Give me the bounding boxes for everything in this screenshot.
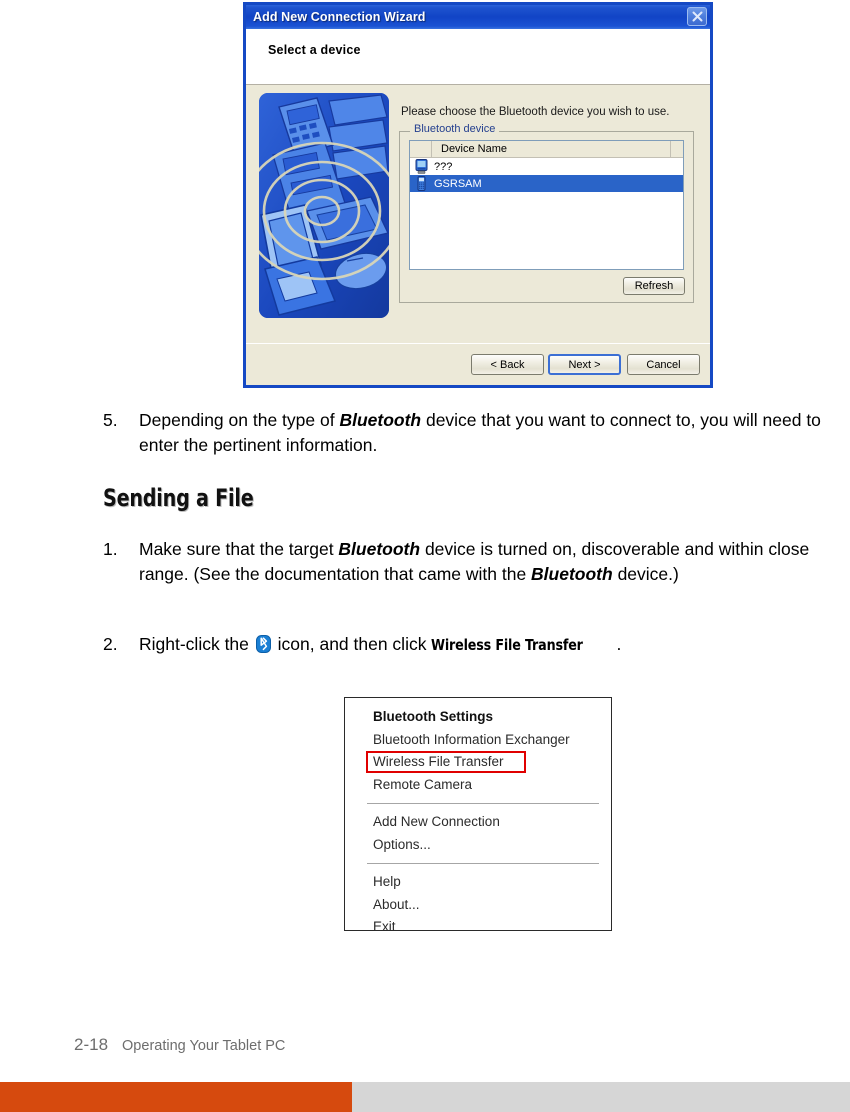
- menu-separator: [367, 863, 599, 864]
- column-icon-spacer: [410, 141, 432, 157]
- device-listbox[interactable]: Device Name ??? GSRSAM: [409, 140, 684, 270]
- sending-step-1-item: 1. Make sure that the target Bluetooth d…: [103, 537, 850, 587]
- page-footer: 2-18 Operating Your Tablet PC: [74, 1035, 285, 1055]
- bottom-bar-orange-segment: [0, 1082, 352, 1112]
- close-icon[interactable]: [687, 7, 707, 26]
- s1-part1: Make sure that the target: [139, 539, 339, 559]
- table-row[interactable]: GSRSAM: [410, 175, 683, 192]
- table-row[interactable]: ???: [410, 158, 683, 175]
- sending-step-1-text: Make sure that the target Bluetooth devi…: [139, 537, 850, 587]
- mobile-phone-icon: [413, 176, 430, 191]
- wizard-titlebar: Add New Connection Wizard: [246, 5, 710, 29]
- menu-item-exit[interactable]: Exit: [345, 916, 611, 939]
- wizard-header-title: Select a device: [268, 43, 361, 57]
- s2-bold-term: Wireless File Transfer: [431, 636, 584, 654]
- footer-chapter-label: Operating Your Tablet PC: [122, 1038, 286, 1054]
- bottom-color-bar: [0, 1082, 850, 1112]
- menu-item-add-new-connection[interactable]: Add New Connection: [345, 811, 611, 834]
- step-5-number: 5.: [103, 410, 118, 430]
- page-number: 2-18: [74, 1035, 109, 1054]
- sending-step-2-number: 2.: [103, 634, 118, 654]
- bottom-bar-gray-segment: [352, 1082, 850, 1112]
- device-name-label: ???: [434, 160, 453, 173]
- s2-part2: icon, and then click: [272, 634, 432, 654]
- wizard-header: Select a device: [246, 29, 710, 85]
- next-button[interactable]: Next >: [548, 354, 621, 375]
- device-name-label: GSRSAM: [434, 177, 482, 190]
- bluetooth-device-legend: Bluetooth device: [410, 123, 500, 135]
- s2-part1: Right-click the: [139, 634, 254, 654]
- wizard-footer: < Back Next > Cancel: [246, 343, 710, 385]
- bluetooth-tray-context-menu: Bluetooth Settings Bluetooth Information…: [344, 697, 612, 934]
- menu-item-remote-camera[interactable]: Remote Camera: [345, 774, 611, 797]
- back-button[interactable]: < Back: [471, 354, 544, 375]
- bluetooth-devices-illustration: [259, 93, 389, 318]
- wizard-body: Please choose the Bluetooth device you w…: [246, 85, 710, 385]
- column-trailing-spacer: [671, 141, 683, 157]
- refresh-button[interactable]: Refresh: [623, 277, 685, 295]
- menu-separator: [367, 803, 599, 804]
- sending-step-2-text: Right-click the icon, and then click Wir…: [139, 632, 621, 658]
- sending-step-1-number: 1.: [103, 539, 118, 559]
- menu-item-bluetooth-information-exchanger[interactable]: Bluetooth Information Exchanger: [345, 729, 611, 752]
- menu-item-about[interactable]: About...: [345, 894, 611, 917]
- step-5-italic-bluetooth: Bluetooth: [339, 410, 422, 430]
- sending-step-2-item: 2. Right-click the icon, and then click …: [103, 632, 803, 658]
- step-5-part1: Depending on the type of: [139, 410, 340, 430]
- device-list-header: Device Name: [410, 141, 683, 158]
- bluetooth-icon: [255, 635, 271, 653]
- s1-part3: device.): [612, 564, 679, 584]
- page-heading-sending-a-file: Sending a File: [103, 484, 254, 512]
- menu-item-options[interactable]: Options...: [345, 834, 611, 857]
- device-prompt-text: Please choose the Bluetooth device you w…: [401, 106, 670, 118]
- wizard-title: Add New Connection Wizard: [253, 10, 426, 24]
- cancel-button[interactable]: Cancel: [627, 354, 700, 375]
- menu-item-wireless-file-transfer[interactable]: Wireless File Transfer: [345, 751, 611, 774]
- column-device-name: Device Name: [432, 141, 671, 157]
- step-5-item: 5. Depending on the type of Bluetooth de…: [103, 408, 850, 458]
- menu-item-bluetooth-settings[interactable]: Bluetooth Settings: [345, 706, 611, 729]
- pda-device-icon: [413, 159, 430, 174]
- add-new-connection-wizard-dialog: Add New Connection Wizard Select a devic…: [243, 2, 713, 388]
- s1-italic-bluetooth-2: Bluetooth: [531, 564, 613, 584]
- s2-part3: .: [616, 634, 622, 654]
- step-5-text: Depending on the type of Bluetooth devic…: [139, 408, 850, 458]
- menu-item-help[interactable]: Help: [345, 871, 611, 894]
- s1-italic-bluetooth-1: Bluetooth: [338, 539, 421, 559]
